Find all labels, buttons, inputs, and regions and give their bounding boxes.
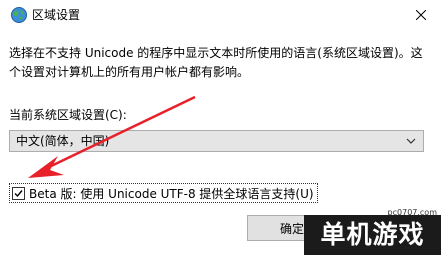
beta-utf8-checkbox[interactable] [12,187,25,200]
globe-icon [10,6,28,24]
watermark-logo: 单机游戏 [304,215,441,255]
locale-select-value: 中文(简体，中国) [16,134,110,148]
window-title: 区域设置 [32,8,81,22]
checkmark-icon [14,190,23,198]
beta-utf8-option[interactable]: Beta 版: 使用 Unicode UTF-8 提供全球语言支持(U) [9,183,318,203]
title-bar[interactable]: 区域设置 [0,0,441,30]
chevron-down-icon [405,135,417,147]
region-settings-dialog: 区域设置 选择在不支持 Unicode 的程序中显示文本时所使用的语言(系统区域… [0,0,441,255]
close-button[interactable] [401,0,441,30]
description-text: 选择在不支持 Unicode 的程序中显示文本时所使用的语言(系统区域设置)。这… [9,44,437,82]
description-line-2: 个设置对计算机上的所有用户帐户都有影响。 [9,65,250,79]
current-locale-label: 当前系统区域设置(C): [9,108,127,122]
beta-utf8-label: Beta 版: 使用 Unicode UTF-8 提供全球语言支持(U) [29,186,314,201]
description-line-1: 选择在不支持 Unicode 的程序中显示文本时所使用的语言(系统区域设置)。这 [9,46,423,60]
close-icon [416,10,426,20]
locale-select[interactable]: 中文(简体，中国) [9,130,424,152]
